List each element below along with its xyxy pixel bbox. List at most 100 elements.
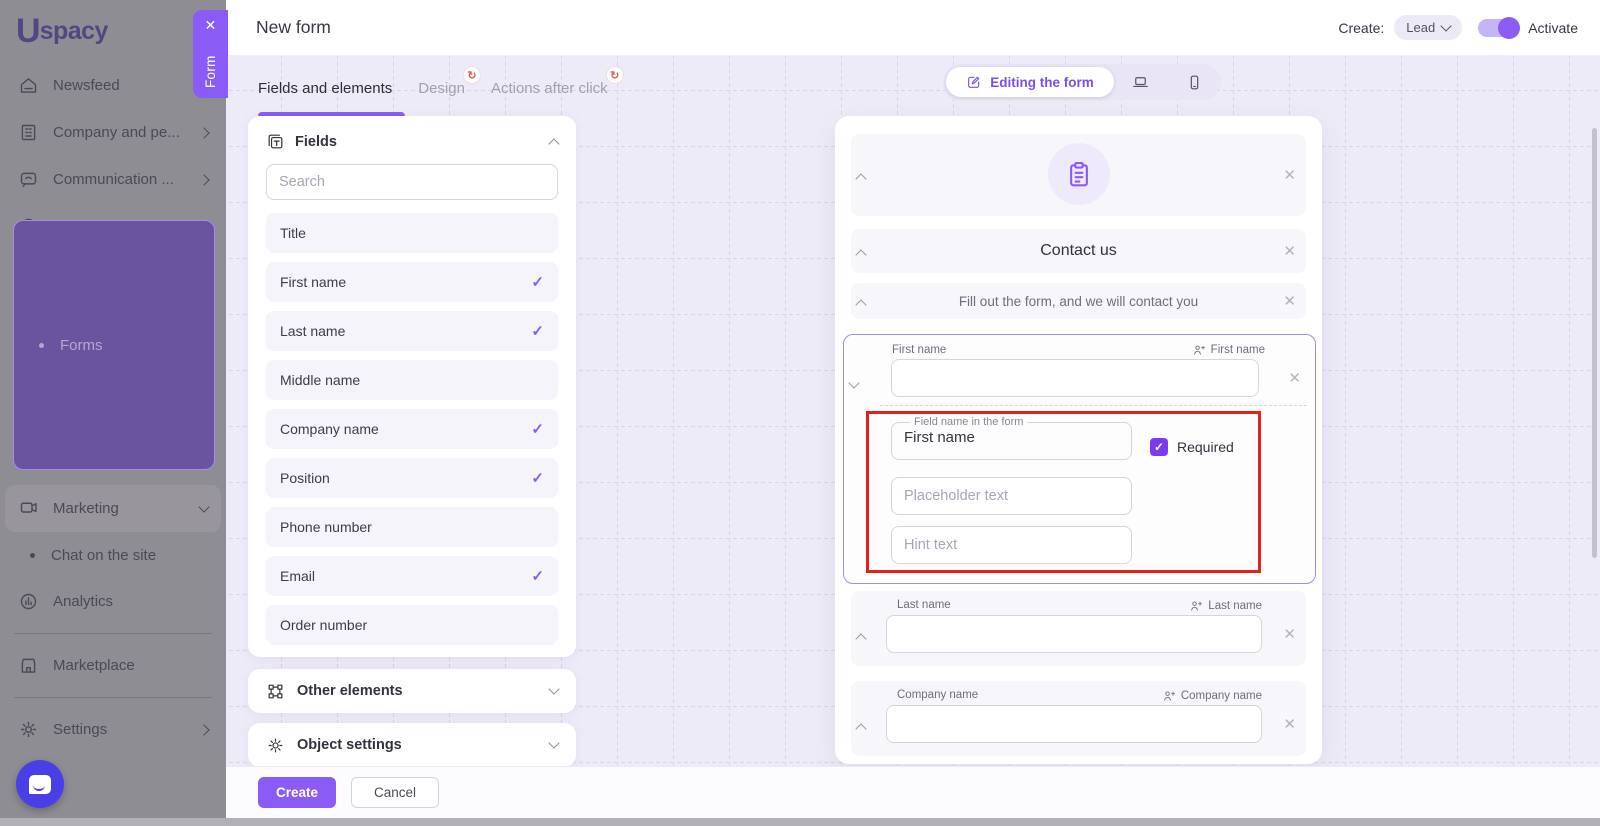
editing-mode-button[interactable]: Editing the form <box>946 67 1114 97</box>
chevron-right-icon <box>198 127 209 138</box>
hint-text-input[interactable] <box>891 526 1132 564</box>
sidebar-item-marketing[interactable]: Marketing <box>5 485 221 532</box>
chevron-up-icon <box>548 138 559 149</box>
vertical-scrollbar[interactable] <box>1592 128 1597 558</box>
form-panel-tab[interactable]: ✕ Form <box>193 10 228 98</box>
form-subtitle-block[interactable]: Fill out the form, and we will contact y… <box>851 283 1306 319</box>
remove-field-icon[interactable]: ✕ <box>1283 715 1296 733</box>
form-icon-block[interactable]: ✕ <box>851 134 1306 216</box>
field-item-position[interactable]: Position✓ <box>266 458 558 498</box>
person-plus-icon <box>1162 689 1176 703</box>
field-item-company-name[interactable]: Company name✓ <box>266 409 558 449</box>
builder-tabs: Fields and elements Design ↻ Actions aft… <box>258 80 608 97</box>
crm-field-mapping: Last name <box>1189 599 1262 613</box>
storefront-icon <box>18 655 39 676</box>
fields-search-input[interactable] <box>266 164 558 200</box>
fields-icon <box>266 132 285 151</box>
sidebar-item-marketplace[interactable]: Marketplace <box>0 642 226 689</box>
home-icon <box>18 75 39 96</box>
megaphone-icon <box>18 498 39 519</box>
remove-field-icon[interactable]: ✕ <box>1283 625 1296 643</box>
person-plus-icon <box>1192 343 1206 357</box>
form-preview-card: ✕ Contact us ✕ Fill out the form, and we… <box>835 116 1322 764</box>
chevron-up-icon[interactable] <box>855 173 866 184</box>
field-name-legend: Field name in the form <box>910 416 1027 428</box>
field-item-order-number[interactable]: Order number <box>266 605 558 645</box>
chevron-up-icon[interactable] <box>855 249 866 260</box>
toggle-knob <box>1498 17 1520 39</box>
required-checkbox[interactable]: ✓ <box>1150 438 1168 456</box>
mobile-preview-button[interactable] <box>1168 73 1222 92</box>
chevron-down-icon <box>1441 20 1452 31</box>
bullet-icon <box>39 343 44 348</box>
sidebar-item-forms[interactable]: Forms <box>13 220 215 470</box>
analytics-circle-icon <box>18 591 39 612</box>
phone-icon <box>1185 73 1204 92</box>
other-elements-panel[interactable]: Other elements <box>248 669 576 713</box>
form-avatar <box>1048 143 1110 205</box>
sidebar-item-communication[interactable]: Communication ... <box>0 156 226 203</box>
field-block-last-name[interactable]: Last name Last name ✕ <box>851 591 1306 666</box>
check-icon: ✓ <box>531 273 544 291</box>
field-name-fieldset: Field name in the form First name <box>891 416 1132 460</box>
create-button[interactable]: Create <box>258 777 336 808</box>
close-icon[interactable]: ✕ <box>1283 242 1296 260</box>
chevron-up-icon[interactable] <box>855 299 866 310</box>
check-icon: ✓ <box>531 322 544 340</box>
create-label: Create: <box>1338 20 1384 36</box>
cancel-button[interactable]: Cancel <box>351 777 439 808</box>
sidebar-item-chat-on-the-site[interactable]: Chat on the site <box>5 534 221 576</box>
field-item-title[interactable]: Title <box>266 213 558 253</box>
field-block-first-name-expanded[interactable]: First name First name ✕ Field name in th… <box>843 334 1316 584</box>
field-item-phone-number[interactable]: Phone number <box>266 507 558 547</box>
chevron-down-icon[interactable] <box>848 377 859 388</box>
sidebar-divider <box>14 697 212 698</box>
sidebar-item-settings[interactable]: Settings <box>0 706 226 753</box>
field-item-first-name[interactable]: First name✓ <box>266 262 558 302</box>
close-icon[interactable]: ✕ <box>1283 292 1296 310</box>
activate-toggle[interactable] <box>1478 19 1518 37</box>
crm-field-mapping: First name <box>1192 343 1265 357</box>
field-item-middle-name[interactable]: Middle name <box>266 360 558 400</box>
chevron-up-icon[interactable] <box>855 723 866 734</box>
chat-widget-button[interactable] <box>16 760 64 808</box>
tab-actions-after-click[interactable]: Actions after click ↻ <box>491 80 608 97</box>
required-label: Required <box>1177 439 1234 455</box>
first-name-preview-input[interactable] <box>891 359 1259 397</box>
object-type-select[interactable]: Lead <box>1394 15 1462 40</box>
person-plus-icon <box>1189 599 1203 613</box>
check-icon: ✓ <box>531 567 544 585</box>
chevron-down-icon <box>548 737 559 748</box>
close-icon[interactable]: ✕ <box>1283 166 1296 184</box>
tab-fields-and-elements[interactable]: Fields and elements <box>258 80 392 97</box>
fields-panel-header[interactable]: Fields <box>266 132 558 151</box>
sidebar-divider <box>14 633 212 634</box>
chevron-up-icon[interactable] <box>855 633 866 644</box>
premium-feature-icon: ↻ <box>463 66 481 84</box>
object-settings-panel[interactable]: Object settings <box>248 723 576 767</box>
desktop-preview-button[interactable] <box>1114 73 1168 92</box>
edit-pencil-icon <box>966 74 982 90</box>
gear-icon <box>18 719 39 740</box>
vector-elements-icon <box>266 682 285 701</box>
close-icon[interactable]: ✕ <box>205 18 217 32</box>
company-name-preview-input[interactable] <box>886 705 1262 743</box>
remove-field-icon[interactable]: ✕ <box>1288 369 1301 387</box>
preview-mode-control: Editing the form <box>943 64 1221 100</box>
sidebar-item-analytics[interactable]: Analytics <box>0 578 226 625</box>
form-title-block[interactable]: Contact us ✕ <box>851 229 1306 273</box>
chat-bubble-icon <box>18 169 39 190</box>
last-name-preview-input[interactable] <box>886 615 1262 653</box>
field-item-email[interactable]: Email✓ <box>266 556 558 596</box>
sidebar-item-company-and-people[interactable]: Company and pe... <box>0 109 226 156</box>
page-title: New form <box>256 17 331 38</box>
chat-widget-icon <box>29 775 51 794</box>
field-label: Last name <box>897 599 951 611</box>
field-item-last-name[interactable]: Last name✓ <box>266 311 558 351</box>
placeholder-text-input[interactable] <box>891 477 1132 515</box>
tab-design[interactable]: Design ↻ <box>418 80 465 97</box>
form-title: Contact us <box>851 229 1306 273</box>
field-block-company-name[interactable]: Company name Company name ✕ <box>851 681 1306 756</box>
builder-header: New form Create: Lead Activate <box>226 0 1600 56</box>
field-name-value[interactable]: First name <box>904 429 1131 446</box>
